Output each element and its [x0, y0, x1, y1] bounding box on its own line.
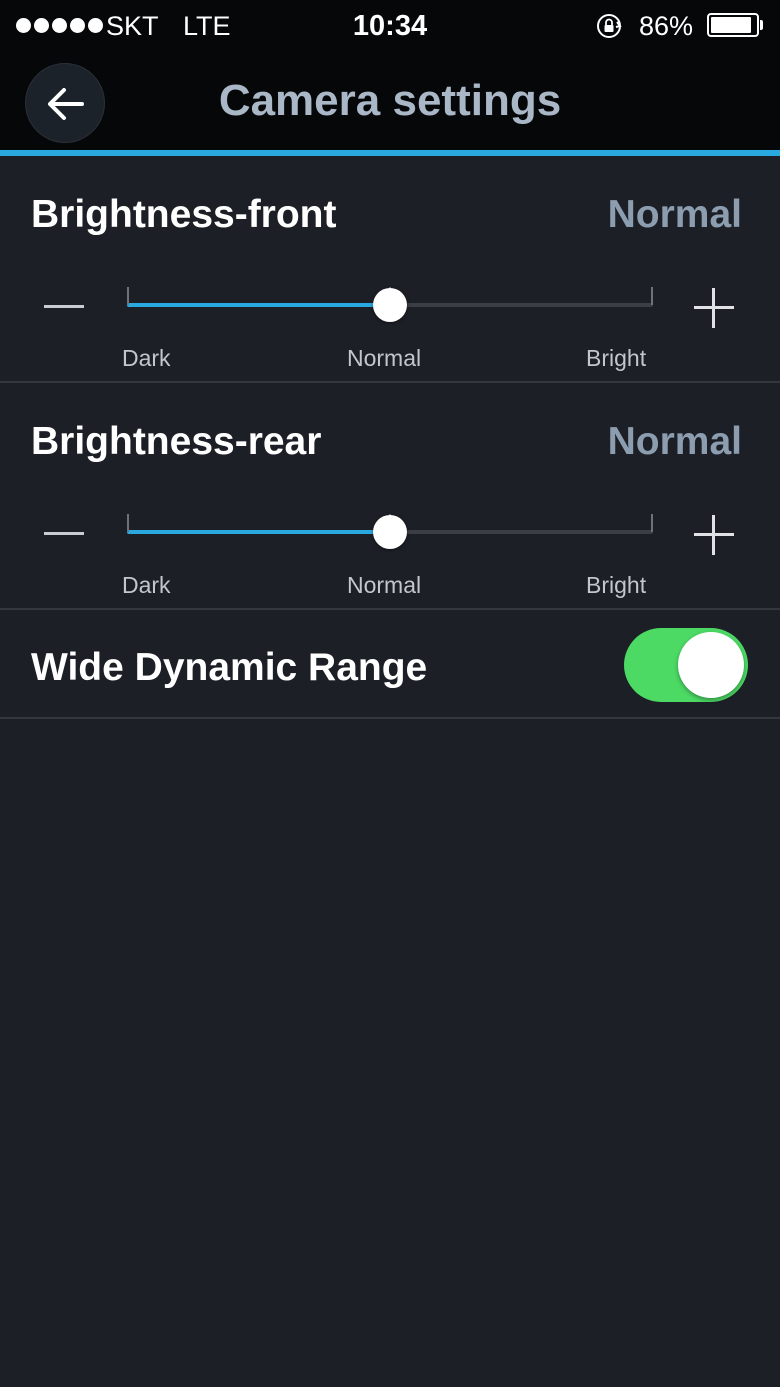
- brightness-rear-title: Brightness-rear: [31, 420, 322, 463]
- brightness-rear-decrease-button[interactable]: [36, 511, 92, 555]
- status-bar: SKT LTE 10:34 86%: [0, 0, 780, 52]
- brightness-rear-value: Normal: [607, 420, 742, 463]
- divider: [0, 381, 780, 383]
- brightness-front-value: Normal: [607, 193, 742, 236]
- wdr-title: Wide Dynamic Range: [31, 646, 428, 689]
- scale-label-bright: Bright: [586, 572, 647, 598]
- brightness-front-title: Brightness-front: [31, 193, 337, 236]
- scale-label-normal: Normal: [347, 345, 422, 371]
- scale-label-dark: Dark: [122, 345, 171, 371]
- brightness-front-slider[interactable]: [127, 285, 653, 325]
- brightness-rear-slider[interactable]: [127, 512, 653, 552]
- battery-nub: [760, 20, 763, 30]
- battery-percent: 86%: [639, 11, 694, 41]
- minus-icon: [44, 532, 84, 535]
- scale-label-normal: Normal: [347, 572, 422, 598]
- toggle-knob: [678, 632, 744, 698]
- brightness-rear-increase-button[interactable]: [690, 511, 738, 559]
- scale-label-dark: Dark: [122, 572, 171, 598]
- header-accent-line: [0, 150, 780, 156]
- page-title: Camera settings: [218, 76, 562, 125]
- slider-thumb[interactable]: [373, 288, 407, 322]
- minus-icon: [44, 305, 84, 308]
- orientation-lock-icon: [597, 14, 622, 38]
- wdr-toggle[interactable]: [624, 628, 748, 702]
- divider: [0, 608, 780, 610]
- brightness-front-increase-button[interactable]: [690, 284, 738, 332]
- battery-icon: [707, 13, 759, 37]
- brightness-front-decrease-button[interactable]: [36, 284, 92, 328]
- slider-thumb[interactable]: [373, 515, 407, 549]
- scale-label-bright: Bright: [586, 345, 647, 371]
- divider: [0, 717, 780, 719]
